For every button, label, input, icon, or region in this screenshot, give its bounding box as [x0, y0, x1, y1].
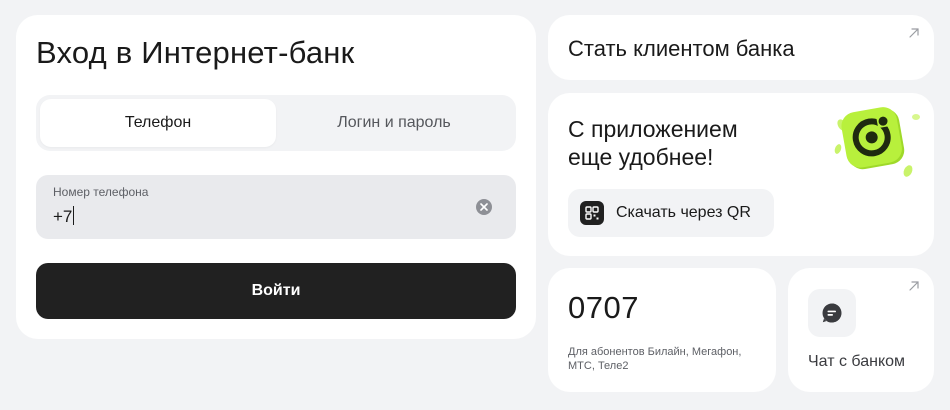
phone-input[interactable]: +7 [53, 206, 75, 227]
tab-phone[interactable]: Телефон [40, 99, 276, 147]
arrow-up-right-icon [909, 28, 919, 38]
download-qr-button[interactable]: Скачать через QR [568, 189, 774, 237]
short-number[interactable]: 0707 [568, 290, 639, 326]
phone-field[interactable]: Номер телефона +7 [36, 175, 516, 239]
login-method-tabs: Телефон Логин и пароль [36, 95, 516, 151]
login-card: Вход в Интернет-банк Телефон Логин и пар… [16, 15, 536, 339]
chat-icon-container [808, 289, 856, 337]
app-promo-title: С приложением еще удобнее! [568, 115, 738, 171]
app-promo-title-line: С приложением [568, 116, 738, 142]
login-submit-button[interactable]: Войти [36, 263, 516, 319]
app-logo-icon [834, 107, 920, 177]
become-client-card[interactable]: Стать клиентом банка [548, 15, 934, 80]
chat-card[interactable]: Чат с банком [788, 268, 934, 392]
phone-field-label: Номер телефона [53, 185, 149, 199]
chat-label: Чат с банком [808, 353, 906, 370]
short-number-card: 0707 Для абонентов Билайн, Мегафон, МТС,… [548, 268, 776, 392]
qr-code-icon [580, 201, 604, 225]
clear-input-icon[interactable] [476, 199, 492, 215]
app-promo-title-line: еще удобнее! [568, 144, 714, 170]
phone-input-value: +7 [53, 207, 73, 226]
app-promo-card: С приложением еще удобнее! Скачать через… [548, 93, 934, 256]
tab-login-password[interactable]: Логин и пароль [276, 99, 512, 147]
chat-bubble-icon [822, 303, 842, 323]
download-qr-label: Скачать через QR [616, 204, 751, 221]
text-caret [73, 206, 75, 225]
login-title: Вход в Интернет-банк [36, 35, 355, 70]
arrow-up-right-icon [909, 281, 919, 291]
short-number-description: Для абонентов Билайн, Мегафон, МТС, Теле… [568, 346, 742, 372]
become-client-title: Стать клиентом банка [568, 36, 795, 61]
